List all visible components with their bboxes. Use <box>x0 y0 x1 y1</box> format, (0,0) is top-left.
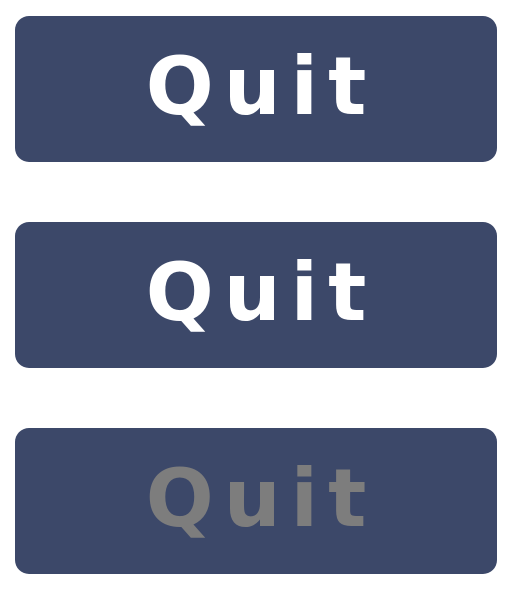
quit-button-label: Quit <box>145 40 377 133</box>
quit-button-label: Quit <box>145 246 377 339</box>
quit-button-disabled: Quit <box>15 428 497 574</box>
quit-button-normal[interactable]: Quit <box>15 16 497 162</box>
quit-button-hover[interactable]: Quit <box>15 222 497 368</box>
quit-button-label: Quit <box>145 452 377 545</box>
